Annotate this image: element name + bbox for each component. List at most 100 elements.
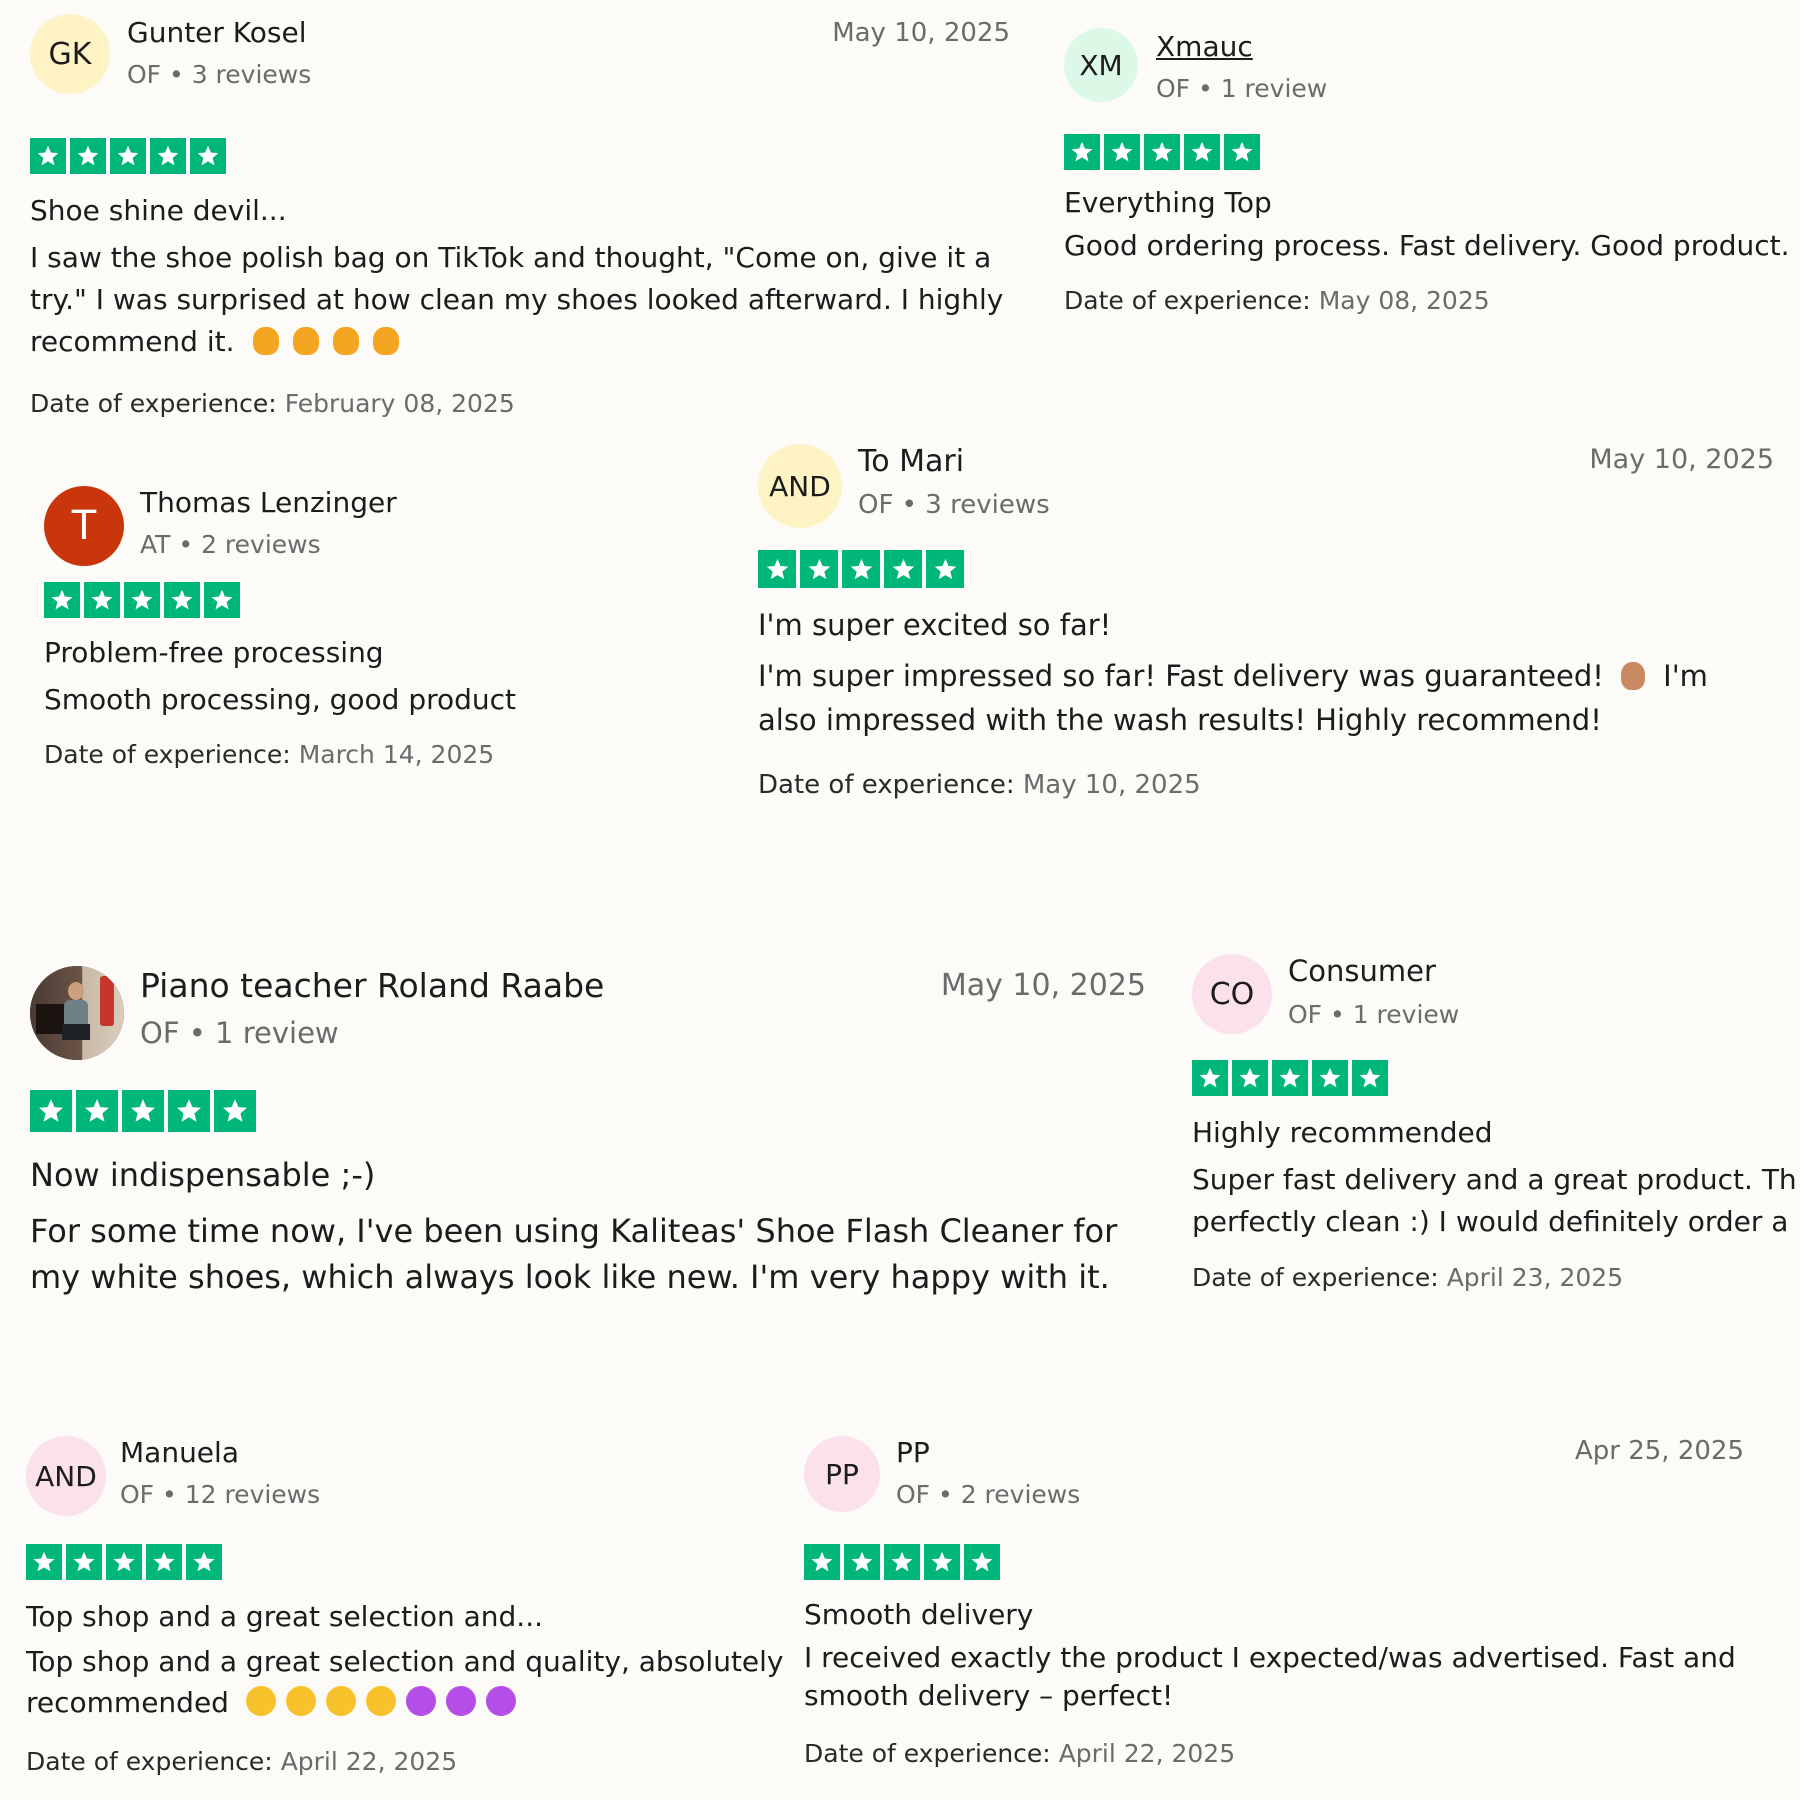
star-icon	[1312, 1060, 1348, 1096]
avatar[interactable]: CO	[1192, 954, 1272, 1034]
star-icon	[190, 138, 226, 174]
star-rating	[1192, 1060, 1800, 1096]
reviewer-name[interactable]: Manuela	[120, 1436, 239, 1469]
reviewer-name[interactable]: PP	[896, 1436, 930, 1469]
star-icon	[30, 1090, 72, 1132]
smiling-face-with-hearts-icon	[245, 1686, 276, 1716]
star-icon	[30, 138, 66, 174]
star-icon	[1064, 134, 1100, 170]
thumbs-up-icon	[253, 327, 280, 355]
reviewer-name[interactable]: Thomas Lenzinger	[140, 486, 397, 519]
star-icon	[70, 138, 106, 174]
star-icon	[1104, 134, 1140, 170]
review-title[interactable]: I'm super excited so far!	[758, 608, 1774, 642]
review-date: May 10, 2025	[832, 18, 1010, 48]
experience-value: May 08, 2025	[1318, 286, 1490, 315]
reviewer-name[interactable]: Xmauc	[1156, 30, 1253, 63]
review-card: GK Gunter Kosel OF • 3 reviews May 10, 2…	[30, 14, 1010, 418]
reviewer-name[interactable]: Gunter Kosel	[127, 16, 307, 49]
avatar[interactable]: AND	[26, 1436, 106, 1516]
star-icon	[168, 1090, 210, 1132]
experience-date: Date of experience: May 08, 2025	[1064, 286, 1800, 315]
star-icon	[1184, 134, 1220, 170]
reviewer-meta: OF • 12 reviews	[120, 1480, 321, 1509]
reviewer-meta: OF • 2 reviews	[896, 1480, 1081, 1509]
star-icon	[964, 1544, 1000, 1580]
thumbs-up-icon	[333, 327, 360, 355]
review-title[interactable]: Smooth delivery	[804, 1598, 1744, 1631]
review-body: Smooth processing, good product	[44, 683, 517, 716]
review-title[interactable]: Everything Top	[1064, 186, 1800, 219]
star-icon	[842, 550, 880, 588]
review-title[interactable]: Now indispensable ;-)	[30, 1156, 1146, 1194]
star-icon	[926, 550, 964, 588]
review-body: I'm super impressed so far! Fast deliver…	[758, 654, 1768, 742]
review-body: For some time now, I've been using Kalit…	[30, 1212, 1118, 1296]
reviewer-meta: AT • 2 reviews	[140, 530, 321, 559]
review-body: I saw the shoe polish bag on TikTok and …	[30, 237, 1010, 363]
avatar[interactable]: GK	[30, 14, 110, 94]
star-icon	[110, 138, 146, 174]
star-rating	[758, 550, 1774, 588]
star-icon	[1192, 1060, 1228, 1096]
smiling-devil-icon	[485, 1686, 516, 1716]
star-icon	[186, 1544, 222, 1580]
reviewer-name[interactable]: Consumer	[1288, 954, 1436, 988]
thumbs-up-icon	[373, 327, 400, 355]
star-icon	[84, 582, 120, 618]
star-rating	[30, 1090, 1146, 1132]
review-date: Apr 25, 2025	[1574, 1436, 1744, 1466]
review-title[interactable]: Top shop and a great selection and...	[26, 1600, 806, 1633]
smiling-face-with-hearts-icon	[325, 1686, 356, 1716]
experience-date: Date of experience: March 14, 2025	[44, 740, 684, 769]
star-icon	[1232, 1060, 1268, 1096]
reviewer-meta: OF • 3 reviews	[127, 60, 312, 89]
avatar[interactable]: PP	[804, 1436, 880, 1512]
review-title[interactable]: Highly recommended	[1192, 1116, 1800, 1149]
profile-photo[interactable]	[30, 966, 124, 1060]
review-body: Super fast delivery and a great product.…	[1192, 1163, 1797, 1238]
experience-date: Date of experience: February 08, 2025	[30, 389, 1010, 418]
star-icon	[800, 550, 838, 588]
experience-date: Date of experience: April 22, 2025	[26, 1747, 806, 1776]
review-card: AND To Mari OF • 3 reviews May 10, 2025 …	[758, 444, 1774, 800]
experience-value: March 14, 2025	[298, 740, 495, 769]
star-icon	[146, 1544, 182, 1580]
star-rating	[30, 138, 1010, 174]
reviewer-meta: OF • 1 review	[140, 1016, 339, 1050]
experience-label: Date of experience:	[44, 740, 291, 769]
reviewer-meta: OF • 1 review	[1288, 1000, 1460, 1029]
star-icon	[44, 582, 80, 618]
review-card: Piano teacher Roland Raabe OF • 1 review…	[30, 966, 1146, 1300]
smiling-face-with-hearts-icon	[285, 1686, 316, 1716]
reviewer-meta: OF • 3 reviews	[858, 490, 1050, 520]
star-icon	[884, 1544, 920, 1580]
experience-label: Date of experience:	[30, 389, 277, 418]
experience-value: April 23, 2025	[1446, 1263, 1624, 1292]
reviewer-name[interactable]: Piano teacher Roland Raabe	[140, 966, 604, 1005]
smiling-devil-icon	[445, 1686, 476, 1716]
review-title[interactable]: Shoe shine devil...	[30, 194, 1010, 227]
review-date: May 10, 2025	[1589, 444, 1774, 475]
avatar[interactable]: T	[44, 486, 124, 566]
review-body-text: I'm super impressed so far! Fast deliver…	[758, 659, 1604, 693]
review-title[interactable]: Problem-free processing	[44, 636, 684, 669]
thumbs-up-icon	[293, 327, 320, 355]
review-body-text: I saw the shoe polish bag on TikTok and …	[30, 241, 1004, 358]
experience-label: Date of experience:	[1064, 286, 1311, 315]
star-rating	[44, 582, 684, 618]
experience-date: Date of experience: April 22, 2025	[804, 1739, 1744, 1768]
review-card: CO Consumer OF • 1 review Highly recomme…	[1192, 954, 1800, 1292]
review-date: May 10, 2025	[940, 968, 1146, 1003]
star-icon	[214, 1090, 256, 1132]
avatar[interactable]: AND	[758, 444, 842, 528]
reviewer-name[interactable]: To Mari	[858, 444, 964, 479]
star-icon	[804, 1544, 840, 1580]
star-icon	[26, 1544, 62, 1580]
avatar[interactable]: XM	[1064, 28, 1138, 102]
experience-value: April 22, 2025	[280, 1747, 458, 1776]
star-icon	[1144, 134, 1180, 170]
review-card: T Thomas Lenzinger AT • 2 reviews Proble…	[44, 486, 684, 769]
review-card: XM Xmauc OF • 1 review Everything Top Go…	[1064, 28, 1800, 315]
smiling-devil-icon	[405, 1686, 436, 1716]
